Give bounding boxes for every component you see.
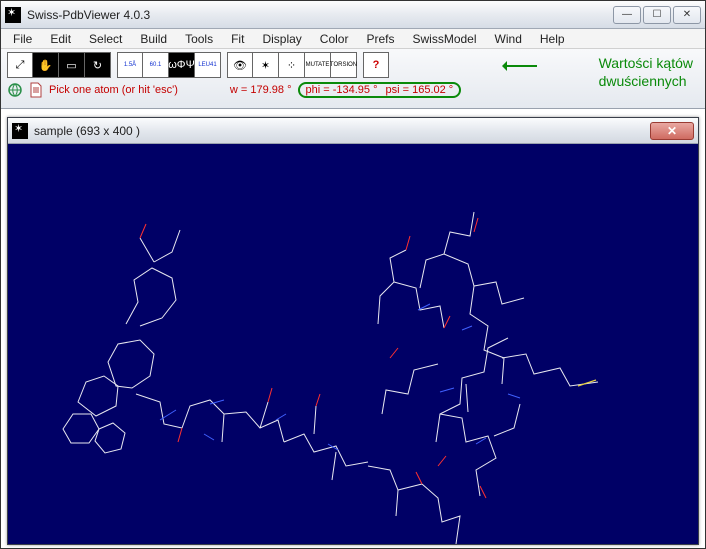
- mutate-icon[interactable]: MUTATE: [305, 52, 331, 78]
- eye-1a-icon[interactable]: 👁: [227, 52, 253, 78]
- stereo-icon[interactable]: ↻: [85, 52, 111, 78]
- sample-window-titlebar: sample (693 x 400 ) ✕: [8, 118, 698, 144]
- help-icon[interactable]: ?: [363, 52, 389, 78]
- app-title: Swiss-PdbViewer 4.0.3: [27, 8, 613, 22]
- annotation-line1: Wartości kątów: [599, 55, 693, 73]
- leu41-icon[interactable]: LEU41: [195, 52, 221, 78]
- menu-color[interactable]: Color: [312, 31, 357, 47]
- toolbar-row: ⤢✋▭↻1.5Å60.1ωΦΨLEU41👁✶⁘MUTATETORSION?: [7, 52, 699, 78]
- menu-file[interactable]: File: [5, 31, 40, 47]
- annotation-label: Wartości kątów dwuściennych: [599, 55, 693, 90]
- angle-60-1-icon[interactable]: 60.1: [143, 52, 169, 78]
- eye-star-icon[interactable]: ✶: [253, 52, 279, 78]
- omega-phi-psi-icon[interactable]: ωΦΨ: [169, 52, 195, 78]
- annotation-line2: dwuściennych: [599, 73, 693, 91]
- minimize-button[interactable]: —: [613, 6, 641, 24]
- psi-angle-value: psi = 165.02 °: [386, 84, 454, 96]
- torsion-icon[interactable]: TORSION: [331, 52, 357, 78]
- molecule-viewport[interactable]: [8, 144, 698, 544]
- pan-hand-icon[interactable]: ✋: [33, 52, 59, 78]
- menu-display[interactable]: Display: [254, 31, 309, 47]
- menu-help[interactable]: Help: [532, 31, 573, 47]
- menu-tools[interactable]: Tools: [177, 31, 221, 47]
- status-row: Pick one atom (or hit 'esc') w = 179.98 …: [7, 82, 699, 98]
- menubar: File Edit Select Build Tools Fit Display…: [1, 29, 705, 49]
- app-icon: [5, 7, 21, 23]
- sample-window-title: sample (693 x 400 ): [34, 124, 650, 138]
- dihedral-angle-box: phi = -134.95 ° psi = 165.02 °: [298, 82, 462, 98]
- expand-icon[interactable]: ⤢: [7, 52, 33, 78]
- molecule-structure: [8, 144, 698, 544]
- menu-prefs[interactable]: Prefs: [358, 31, 402, 47]
- menu-select[interactable]: Select: [81, 31, 130, 47]
- menu-build[interactable]: Build: [132, 31, 175, 47]
- menu-wind[interactable]: Wind: [487, 31, 530, 47]
- sample-window: sample (693 x 400 ) ✕: [7, 117, 699, 545]
- close-button[interactable]: ✕: [673, 6, 701, 24]
- status-hint: Pick one atom (or hit 'esc'): [49, 84, 178, 96]
- depth-cue-icon[interactable]: ▭: [59, 52, 85, 78]
- window-controls: — ☐ ✕: [613, 6, 701, 24]
- dots-icon[interactable]: ⁘: [279, 52, 305, 78]
- phi-angle-value: phi = -134.95 °: [306, 84, 378, 96]
- globe-icon: [7, 82, 23, 98]
- main-titlebar: Swiss-PdbViewer 4.0.3 — ☐ ✕: [1, 1, 705, 29]
- maximize-button[interactable]: ☐: [643, 6, 671, 24]
- document-icon: [29, 82, 43, 98]
- menu-swissmodel[interactable]: SwissModel: [405, 31, 485, 47]
- sample-window-close-button[interactable]: ✕: [650, 122, 694, 140]
- sample-window-icon: [12, 123, 28, 139]
- menu-edit[interactable]: Edit: [42, 31, 79, 47]
- annotation-arrow: [503, 65, 537, 67]
- w-angle-value: w = 179.98 °: [230, 84, 292, 96]
- toolbar: ⤢✋▭↻1.5Å60.1ωΦΨLEU41👁✶⁘MUTATETORSION? Pi…: [1, 49, 705, 109]
- dist-1-5a-icon[interactable]: 1.5Å: [117, 52, 143, 78]
- menu-fit[interactable]: Fit: [223, 31, 252, 47]
